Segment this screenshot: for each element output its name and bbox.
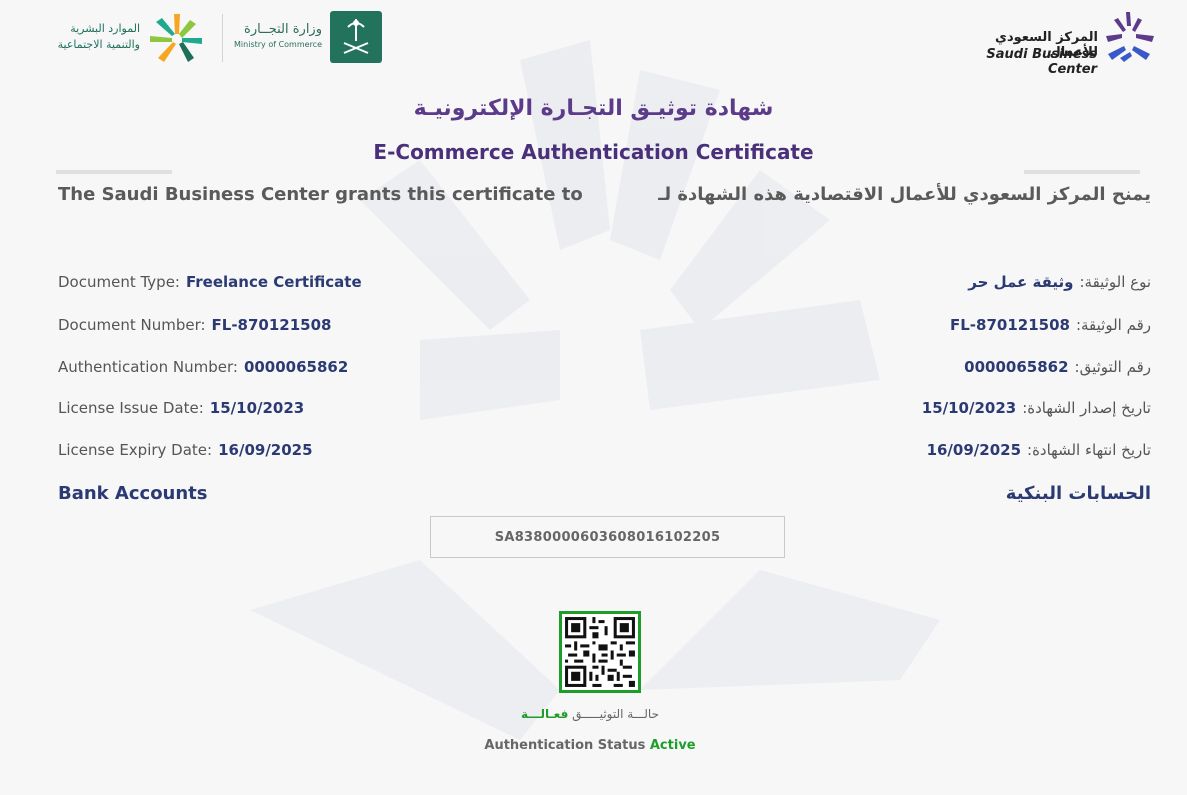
- hrsd-name-ar-line2: والتنمية الاجتماعية: [57, 38, 140, 51]
- authentication-status-ar: حالـــة التوثيـــــق فعـالـــة: [440, 707, 740, 721]
- qr-code[interactable]: [559, 611, 641, 693]
- field-label: Authentication Number:: [58, 358, 238, 376]
- field-value: 0000065862: [243, 358, 349, 376]
- field-label: رقم الوثيقة:: [1075, 316, 1151, 334]
- certificate-title-ar: شهادة توثيـق التجـارة الإلكترونيـة: [413, 96, 774, 121]
- field-authentication-number-en: Authentication Number: 0000065862: [58, 358, 348, 376]
- hrsd-name-ar-line1: الموارد البشرية: [70, 22, 140, 35]
- field-label: License Expiry Date:: [58, 441, 213, 459]
- field-value: وثيقة عمل حر: [968, 273, 1074, 291]
- sbc-logo-icon: [1106, 12, 1154, 62]
- field-value: FL-870121508: [211, 316, 332, 334]
- field-label: License Issue Date:: [58, 399, 204, 417]
- logo-divider: [222, 14, 223, 62]
- grant-statement-en: The Saudi Business Center grants this ce…: [58, 184, 583, 205]
- certificate-title-en: E-Commerce Authentication Certificate: [373, 140, 814, 164]
- field-label: تاريخ إصدار الشهادة:: [1022, 399, 1151, 417]
- field-value: 15/10/2023: [921, 399, 1017, 417]
- moc-name-en: Ministry of Commerce: [234, 40, 322, 49]
- title-rule-left: [56, 170, 172, 174]
- field-document-type-ar: نوع الوثيقة: وثيقة عمل حر: [968, 273, 1151, 291]
- field-document-type-en: Document Type: Freelance Certificate: [58, 273, 362, 291]
- moc-name-ar: وزارة التجــارة: [244, 22, 322, 37]
- status-value-ar: فعـالـــة: [520, 707, 569, 721]
- bank-accounts-heading-ar: الحسابات البنكية: [1005, 483, 1151, 504]
- status-value-en: Active: [649, 738, 696, 753]
- field-label: تاريخ انتهاء الشهادة:: [1027, 441, 1151, 459]
- sbc-name-en: Saudi Business Center: [986, 47, 1097, 77]
- field-value: 15/10/2023: [209, 399, 305, 417]
- status-label-en: Authentication Status: [484, 738, 646, 753]
- field-label: Document Number:: [58, 316, 206, 334]
- field-label: نوع الوثيقة:: [1079, 273, 1151, 291]
- field-issue-date-en: License Issue Date: 15/10/2023: [58, 399, 304, 417]
- field-document-number-ar: رقم الوثيقة: FL-870121508: [950, 316, 1151, 334]
- bank-accounts-heading-en: Bank Accounts: [58, 483, 208, 504]
- field-expiry-date-en: License Expiry Date: 16/09/2025: [58, 441, 313, 459]
- grant-statement-ar: يمنح المركز السعودي للأعمال الاقتصادية ه…: [658, 184, 1151, 205]
- authentication-status-en: Authentication Status Active: [440, 738, 740, 753]
- iban-value: SA8380000603608016102205: [430, 516, 785, 558]
- field-authentication-number-ar: رقم التوثيق: 0000065862: [964, 358, 1151, 376]
- field-label: رقم التوثيق:: [1074, 358, 1151, 376]
- field-value: FL-870121508: [949, 316, 1070, 334]
- field-value: Freelance Certificate: [186, 273, 362, 291]
- hrsd-logo-icon: [150, 14, 202, 62]
- field-document-number-en: Document Number: FL-870121508: [58, 316, 332, 334]
- status-label-ar: حالـــة التوثيـــــق: [572, 707, 660, 721]
- field-value: 16/09/2025: [218, 441, 313, 459]
- moc-emblem-icon: [330, 11, 382, 63]
- field-expiry-date-ar: تاريخ انتهاء الشهادة: 16/09/2025: [927, 441, 1151, 459]
- field-value: 0000065862: [964, 358, 1069, 376]
- title-rule-right: [1024, 170, 1140, 174]
- field-label: Document Type:: [58, 273, 180, 291]
- qr-code-icon: [562, 614, 638, 690]
- field-value: 16/09/2025: [926, 441, 1022, 459]
- field-issue-date-ar: تاريخ إصدار الشهادة: 15/10/2023: [922, 399, 1151, 417]
